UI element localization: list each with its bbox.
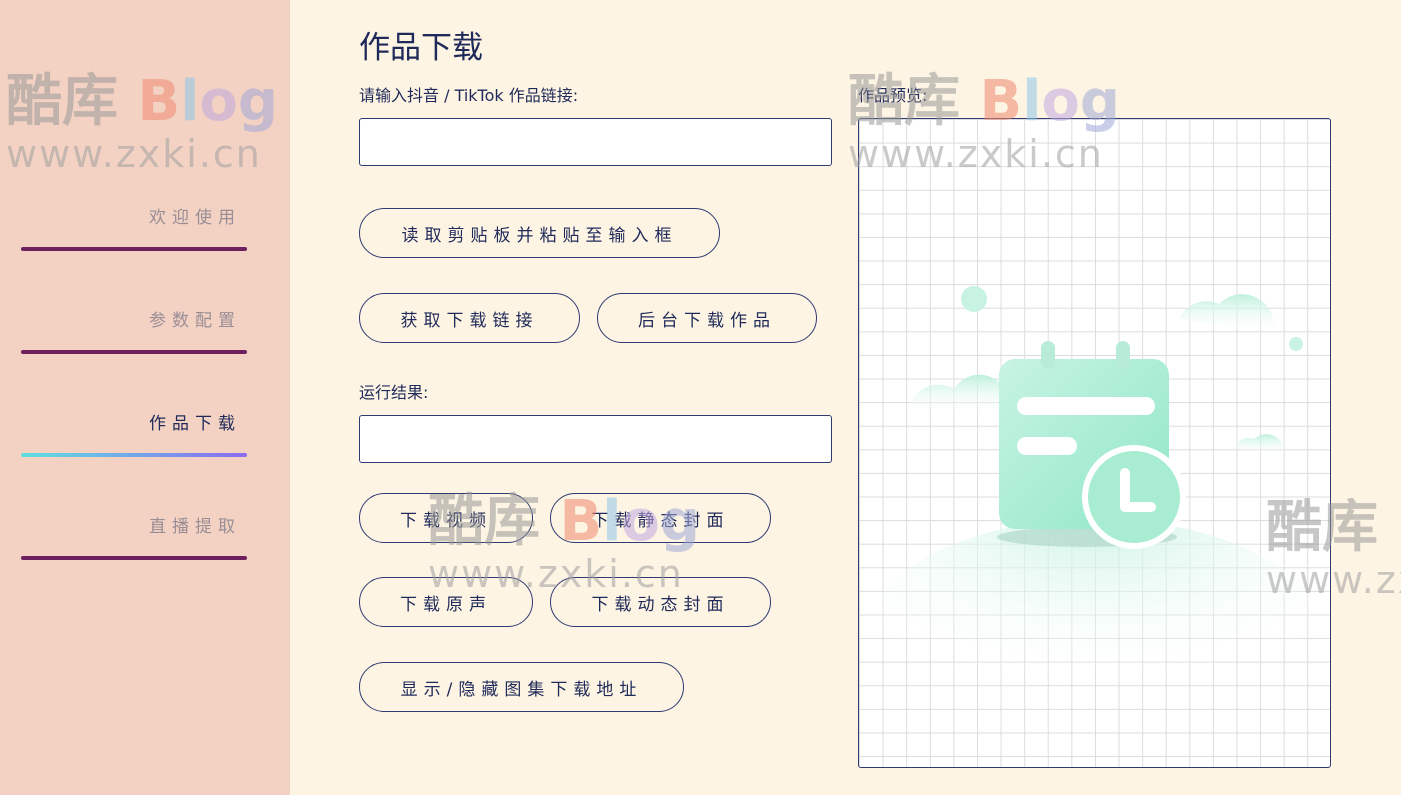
download-video-button[interactable]: 下载视频 xyxy=(359,493,533,543)
sidebar-item-label: 直播提取 xyxy=(149,517,241,537)
sidebar-item-download[interactable]: 作品下载 xyxy=(0,406,290,506)
sidebar-item-underline xyxy=(21,247,247,251)
sidebar-item-live[interactable]: 直播提取 xyxy=(0,509,290,609)
toggle-gallery-links-button[interactable]: 显示/隐藏图集下载地址 xyxy=(359,662,684,712)
result-label: 运行结果: xyxy=(359,383,429,402)
calendar-clock-icon xyxy=(865,286,1325,759)
sidebar: 酷库 Blog www.zxki.cn 欢迎使用 参数配置 作品下载 直播提取 xyxy=(0,0,290,795)
sidebar-item-underline xyxy=(21,556,247,560)
result-field[interactable] xyxy=(359,415,832,463)
sidebar-item-welcome[interactable]: 欢迎使用 xyxy=(0,200,290,300)
link-input[interactable] xyxy=(359,118,832,166)
get-download-link-button[interactable]: 获取下载链接 xyxy=(359,293,580,343)
sidebar-item-settings[interactable]: 参数配置 xyxy=(0,303,290,403)
sidebar-item-label: 作品下载 xyxy=(149,414,241,434)
link-input-label: 请输入抖音 / TikTok 作品链接: xyxy=(359,86,579,105)
sidebar-item-underline xyxy=(21,453,247,457)
watermark: 酷库 Blog www.zxki.cn xyxy=(6,69,278,177)
download-static-cover-button[interactable]: 下载静态封面 xyxy=(550,493,771,543)
download-dynamic-cover-button[interactable]: 下载动态封面 xyxy=(550,577,771,627)
download-audio-button[interactable]: 下载原声 xyxy=(359,577,533,627)
sidebar-item-underline xyxy=(21,350,247,354)
preview-label: 作品预览: xyxy=(858,86,928,105)
preview-panel xyxy=(858,118,1331,768)
page-title: 作品下载 xyxy=(359,30,483,66)
sidebar-item-label: 欢迎使用 xyxy=(149,208,241,228)
paste-clipboard-button[interactable]: 读取剪贴板并粘贴至输入框 xyxy=(359,208,720,258)
background-download-button[interactable]: 后台下载作品 xyxy=(597,293,817,343)
sidebar-item-label: 参数配置 xyxy=(149,311,241,331)
